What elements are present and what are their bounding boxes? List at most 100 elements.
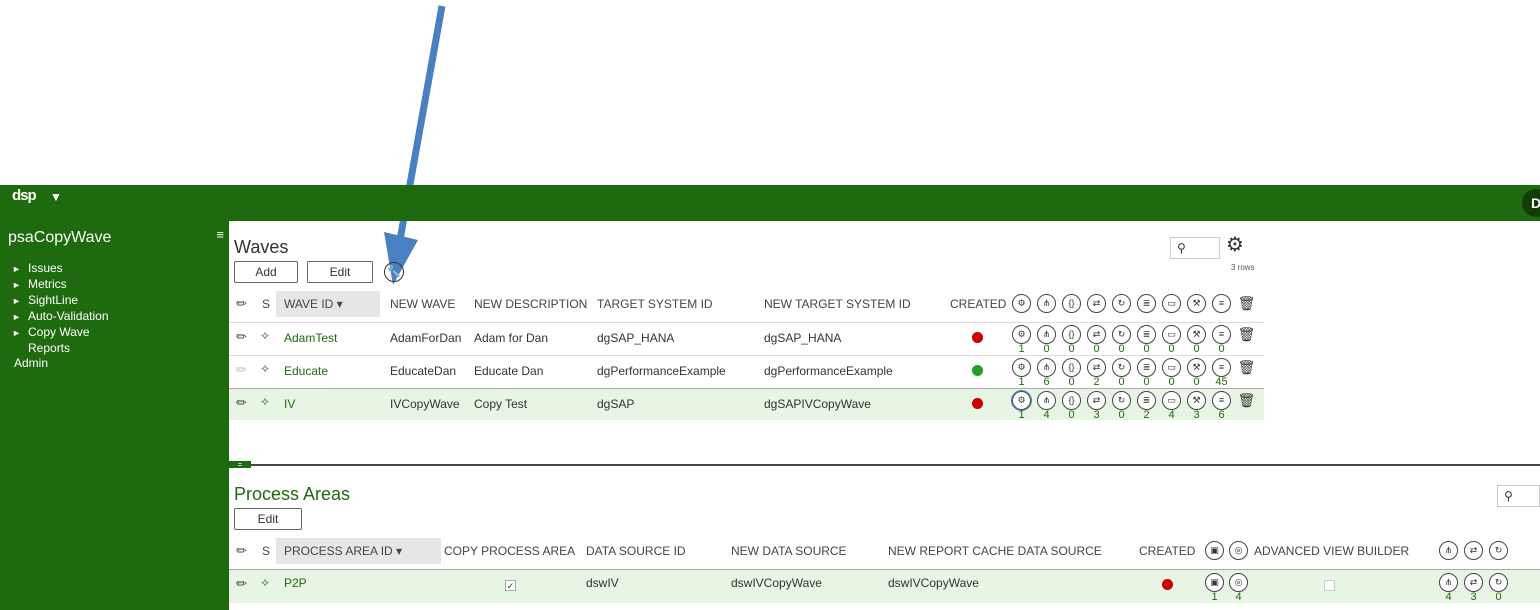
refresh-icon[interactable]: ↻ xyxy=(1112,391,1131,410)
count-value[interactable]: 0 xyxy=(1137,376,1156,388)
hierarchy-icon[interactable]: ⋔ xyxy=(1037,358,1056,377)
pencil-icon[interactable]: ✏ xyxy=(236,329,247,345)
count-value[interactable]: 0 xyxy=(1062,376,1081,388)
gear-icon[interactable]: ⚙ xyxy=(1226,232,1244,257)
table-row[interactable]: ✏ ✧ Educate EducateDan Educate Dan dgPerforma… xyxy=(229,355,1264,388)
database-icon[interactable]: ≣ xyxy=(1137,325,1156,344)
wrench-icon[interactable]: ⚒ xyxy=(1187,391,1206,410)
count-value[interactable]: 0 xyxy=(1087,343,1106,355)
trash-icon[interactable]: 🗑 xyxy=(1237,391,1256,410)
pa-search-input[interactable]: ⚲ xyxy=(1497,485,1540,507)
database-icon[interactable]: ≣ xyxy=(1137,391,1156,410)
hierarchy-icon[interactable]: ⋔ xyxy=(1037,325,1056,344)
count-value[interactable]: 4 xyxy=(1439,591,1458,603)
braces-icon[interactable]: {} xyxy=(1062,294,1081,313)
wave-id[interactable]: AdamTest xyxy=(284,331,337,345)
count-value[interactable]: 2 xyxy=(1087,376,1106,388)
count-value[interactable]: 1 xyxy=(1012,409,1031,421)
count-value[interactable]: 6 xyxy=(1212,409,1231,421)
count-value[interactable]: 0 xyxy=(1112,376,1131,388)
col-new-report-cache-data-source[interactable]: NEW REPORT CACHE DATA SOURCE xyxy=(888,544,1102,558)
braces-icon[interactable]: {} xyxy=(1062,358,1081,377)
count-value[interactable]: 0 xyxy=(1162,376,1181,388)
status-icon[interactable]: ✧ xyxy=(260,395,270,409)
count-value[interactable]: 2 xyxy=(1137,409,1156,421)
col-advanced-view-builder[interactable]: ADVANCED VIEW BUILDER xyxy=(1254,544,1409,558)
advanced-view-builder-checkbox[interactable] xyxy=(1324,580,1335,591)
hierarchy-icon[interactable]: ⋔ xyxy=(1439,573,1458,592)
count-value[interactable]: 0 xyxy=(1187,376,1206,388)
count-value[interactable]: 0 xyxy=(1187,343,1206,355)
trash-icon[interactable]: 🗑 xyxy=(1237,358,1256,377)
dsp-logo[interactable]: dsp xyxy=(12,187,44,205)
target-icon[interactable]: ◎ xyxy=(1229,573,1248,592)
divider-handle[interactable]: = xyxy=(229,461,251,469)
hierarchy-icon[interactable]: ⋔ xyxy=(1037,391,1056,410)
refresh-icon[interactable]: ↻ xyxy=(1489,541,1508,560)
count-value[interactable]: 0 xyxy=(1489,591,1508,603)
pencil-icon[interactable]: ✏ xyxy=(236,395,247,411)
refresh-icon[interactable]: ↻ xyxy=(1112,294,1131,313)
count-value[interactable]: 0 xyxy=(1212,343,1231,355)
col-new-data-source[interactable]: NEW DATA SOURCE xyxy=(731,544,847,558)
doc-icon[interactable]: ≡ xyxy=(1212,325,1231,344)
sidebar-item-issues[interactable]: ► Issues xyxy=(12,261,109,277)
col-data-source-id[interactable]: DATA SOURCE ID xyxy=(586,544,686,558)
trash-icon[interactable]: 🗑 xyxy=(1237,294,1256,313)
count-value[interactable]: 0 xyxy=(1162,343,1181,355)
sidebar-item-metrics[interactable]: ► Metrics xyxy=(12,277,109,293)
search-input[interactable]: ⚲ xyxy=(1170,237,1220,259)
braces-icon[interactable]: {} xyxy=(1062,391,1081,410)
count-value[interactable]: 1 xyxy=(1012,343,1031,355)
edit-button[interactable]: Edit xyxy=(307,261,373,283)
table-row[interactable]: ✏ ✧ P2P ✓ dswIV dswIVCopyWave dswIVCopyW… xyxy=(229,569,1540,603)
shuffle-icon[interactable]: ⇄ xyxy=(1087,391,1106,410)
sidebar-item-copy-wave[interactable]: ► Copy Wave xyxy=(12,325,109,341)
col-created[interactable]: CREATED xyxy=(1139,544,1195,558)
refresh-icon[interactable]: ↻ xyxy=(1112,358,1131,377)
process-icon[interactable]: ⚙ xyxy=(1012,294,1031,313)
count-value[interactable]: 6 xyxy=(1037,376,1056,388)
count-value[interactable]: 0 xyxy=(1112,409,1131,421)
card-icon[interactable]: ▭ xyxy=(1162,294,1181,313)
trash-icon[interactable]: 🗑 xyxy=(1237,325,1256,344)
shuffle-icon[interactable]: ⇄ xyxy=(1464,573,1483,592)
count-value[interactable]: 0 xyxy=(1112,343,1131,355)
card-icon[interactable]: ▭ xyxy=(1162,325,1181,344)
target-icon[interactable]: ◎ xyxy=(1229,541,1248,560)
shuffle-icon[interactable]: ⇄ xyxy=(1087,358,1106,377)
process-icon[interactable]: ⚙ xyxy=(1012,325,1031,344)
col-created[interactable]: CREATED xyxy=(950,297,1006,311)
count-value[interactable]: 3 xyxy=(1087,409,1106,421)
add-button[interactable]: Add xyxy=(234,261,298,283)
shuffle-icon[interactable]: ⇄ xyxy=(1087,294,1106,313)
sidebar-item-admin[interactable]: Admin xyxy=(12,356,109,371)
shuffle-icon[interactable]: ⇄ xyxy=(1087,325,1106,344)
doc-icon[interactable]: ≡ xyxy=(1212,294,1231,313)
count-value[interactable]: 0 xyxy=(1062,409,1081,421)
shuffle-icon[interactable]: ⇄ xyxy=(1464,541,1483,560)
process-area-id[interactable]: P2P xyxy=(284,576,307,590)
count-value[interactable]: 4 xyxy=(1037,409,1056,421)
braces-icon[interactable]: {} xyxy=(1062,325,1081,344)
col-new-target-system-id[interactable]: NEW TARGET SYSTEM ID xyxy=(764,297,911,311)
col-wave-id[interactable]: WAVE ID ▾ xyxy=(276,291,380,317)
col-new-description[interactable]: NEW DESCRIPTION xyxy=(474,297,587,311)
sidebar-item-reports[interactable]: Reports xyxy=(12,341,109,356)
refresh-icon[interactable]: ↻ xyxy=(1112,325,1131,344)
cube-icon[interactable]: ▣ xyxy=(1205,541,1224,560)
copy-process-area-checkbox[interactable]: ✓ xyxy=(505,580,516,591)
wrench-icon[interactable]: ⚒ xyxy=(1187,294,1206,313)
col-copy-process-area[interactable]: COPY PROCESS AREA xyxy=(444,544,575,558)
pa-edit-button[interactable]: Edit xyxy=(234,508,302,530)
cube-icon[interactable]: ▣ xyxy=(1205,573,1224,592)
wave-id[interactable]: Educate xyxy=(284,364,328,378)
sidebar-item-sightline[interactable]: ► SightLine xyxy=(12,293,109,309)
pencil-icon[interactable]: ✏ xyxy=(236,362,247,378)
count-value[interactable]: 1 xyxy=(1012,376,1031,388)
count-value[interactable]: 4 xyxy=(1162,409,1181,421)
database-icon[interactable]: ≣ xyxy=(1137,294,1156,313)
count-value[interactable]: 1 xyxy=(1205,591,1224,603)
count-value[interactable]: 0 xyxy=(1137,343,1156,355)
status-icon[interactable]: ✧ xyxy=(260,362,270,376)
